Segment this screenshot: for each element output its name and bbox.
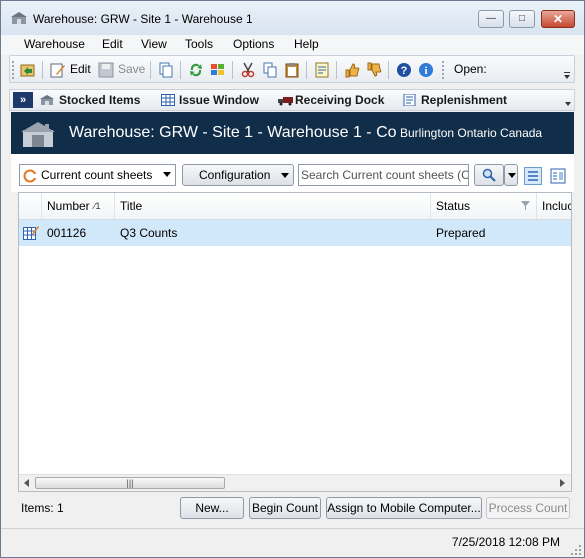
count-sheets-grid: Number ∕1 Title Status Incluc 001126 Q3 … xyxy=(18,192,572,492)
search-input[interactable]: Search Current count sheets (Ctrl+ xyxy=(298,164,469,186)
app-window: Warehouse: GRW - Site 1 - Warehouse 1 — … xyxy=(0,0,585,558)
svg-text:i: i xyxy=(424,65,427,77)
stocked-items-icon xyxy=(40,95,54,105)
navigation-bar: » Stocked Items Issue Window Receiving D… xyxy=(9,89,575,111)
begin-count-button[interactable]: Begin Count xyxy=(249,497,321,519)
notes-icon[interactable] xyxy=(314,62,330,78)
search-icon xyxy=(482,168,496,182)
menu-options[interactable]: Options xyxy=(233,37,274,51)
save-icon[interactable] xyxy=(98,62,114,78)
copy-icon[interactable] xyxy=(262,62,278,78)
search-button[interactable] xyxy=(474,164,504,186)
chevron-down-icon xyxy=(281,173,289,178)
toolbar: Edit Save ? i Open: xyxy=(9,55,575,83)
configuration-dropdown[interactable]: Configuration xyxy=(182,164,294,186)
view-select-value: Current count sheets xyxy=(41,168,153,182)
table-row[interactable]: 001126 Q3 Counts Prepared xyxy=(19,220,571,246)
warehouse-header: Warehouse: GRW - Site 1 - Warehouse 1 - … xyxy=(11,112,574,154)
svg-text:?: ? xyxy=(401,65,408,77)
copy-record-icon[interactable] xyxy=(158,62,174,78)
column-header-number-label: Number xyxy=(47,199,90,213)
expand-navigation-button[interactable]: » xyxy=(13,92,33,108)
nav-receiving-dock[interactable]: Receiving Dock xyxy=(295,93,384,107)
toolbar-overflow-icon[interactable] xyxy=(563,72,571,80)
detail-view-icon[interactable] xyxy=(550,168,566,184)
search-options-button[interactable] xyxy=(504,164,518,186)
cut-icon[interactable] xyxy=(240,62,256,78)
column-header-title[interactable]: Title xyxy=(115,193,431,219)
open-label: Open: xyxy=(454,62,487,76)
menu-tools[interactable]: Tools xyxy=(185,37,213,51)
refresh-icon[interactable] xyxy=(188,62,204,78)
header-location: Burlington Ontario Canada xyxy=(400,126,543,140)
warehouse-icon xyxy=(21,122,55,147)
info-icon[interactable]: i xyxy=(418,62,434,78)
resize-grip-icon[interactable] xyxy=(570,544,582,556)
count-sheet-row-icon xyxy=(23,226,39,240)
save-button-label[interactable]: Save xyxy=(118,62,145,76)
column-header-status[interactable]: Status xyxy=(431,193,537,219)
back-icon[interactable] xyxy=(20,62,36,78)
nav-issue-window[interactable]: Issue Window xyxy=(179,93,259,107)
edit-icon[interactable] xyxy=(50,62,66,78)
chevron-down-icon xyxy=(163,172,171,177)
count-sheet-icon xyxy=(23,169,37,183)
nav-stocked-items[interactable]: Stocked Items xyxy=(59,93,140,107)
scrollbar-thumb[interactable]: ||| xyxy=(35,477,225,489)
thumbs-down-icon[interactable] xyxy=(366,62,382,78)
filter-icon[interactable] xyxy=(521,201,530,210)
receiving-dock-icon xyxy=(278,97,293,106)
scroll-right-icon[interactable] xyxy=(560,479,565,487)
minimize-button[interactable]: — xyxy=(478,10,504,28)
warehouse-app-icon xyxy=(11,12,27,24)
toolbar-grip[interactable] xyxy=(12,61,16,79)
sort-ascending-icon: ∕1 xyxy=(94,201,101,211)
grid-header: Number ∕1 Title Status Incluc xyxy=(19,193,571,220)
nav-replenishment[interactable]: Replenishment xyxy=(421,93,507,107)
help-icon[interactable]: ? xyxy=(396,62,412,78)
filter-row: Current count sheets Configuration Searc… xyxy=(11,154,574,192)
column-header-status-label: Status xyxy=(436,199,471,213)
chevron-down-icon xyxy=(508,173,516,178)
configuration-label: Configuration xyxy=(199,168,271,182)
thumbs-up-icon[interactable] xyxy=(344,62,360,78)
title-bar[interactable]: Warehouse: GRW - Site 1 - Warehouse 1 — … xyxy=(1,1,584,35)
window-title: Warehouse: GRW - Site 1 - Warehouse 1 xyxy=(33,12,253,26)
cell-title: Q3 Counts xyxy=(120,226,178,240)
items-count: Items: 1 xyxy=(21,501,64,515)
process-count-button[interactable]: Process Count xyxy=(486,497,570,519)
scroll-left-icon[interactable] xyxy=(24,479,29,487)
status-datetime: 7/25/2018 12:08 PM xyxy=(451,535,560,549)
view-select[interactable]: Current count sheets xyxy=(19,164,176,186)
replenishment-icon xyxy=(403,94,416,106)
cell-status: Prepared xyxy=(436,226,486,240)
menu-warehouse[interactable]: Warehouse xyxy=(24,37,85,51)
menu-edit[interactable]: Edit xyxy=(102,37,123,51)
horizontal-scrollbar[interactable]: ||| xyxy=(19,474,571,491)
status-bar: 7/25/2018 12:08 PM xyxy=(1,528,584,557)
cell-number: 001126 xyxy=(47,226,87,240)
menu-view[interactable]: View xyxy=(141,37,167,51)
menu-bar: Warehouse Edit View Tools Options Help xyxy=(1,35,584,55)
list-view-icon[interactable] xyxy=(524,167,542,185)
column-header-icon xyxy=(19,193,42,219)
maximize-button[interactable]: □ xyxy=(509,10,535,28)
close-button[interactable]: ✕ xyxy=(541,10,575,28)
issue-window-icon xyxy=(161,94,175,106)
column-header-included[interactable]: Incluc xyxy=(537,193,571,219)
paste-icon[interactable] xyxy=(284,62,300,78)
header-title: Warehouse: GRW - Site 1 - Warehouse 1 - … xyxy=(69,124,397,141)
assign-mobile-computer-button[interactable]: Assign to Mobile Computer... xyxy=(326,497,482,519)
column-header-number[interactable]: Number ∕1 xyxy=(42,193,115,219)
menu-help[interactable]: Help xyxy=(294,37,319,51)
windows-icon[interactable] xyxy=(210,62,226,78)
new-button[interactable]: New... xyxy=(180,497,244,519)
navbar-overflow-icon[interactable] xyxy=(564,99,572,107)
cell-included xyxy=(537,220,571,246)
edit-button-label[interactable]: Edit xyxy=(70,62,91,76)
